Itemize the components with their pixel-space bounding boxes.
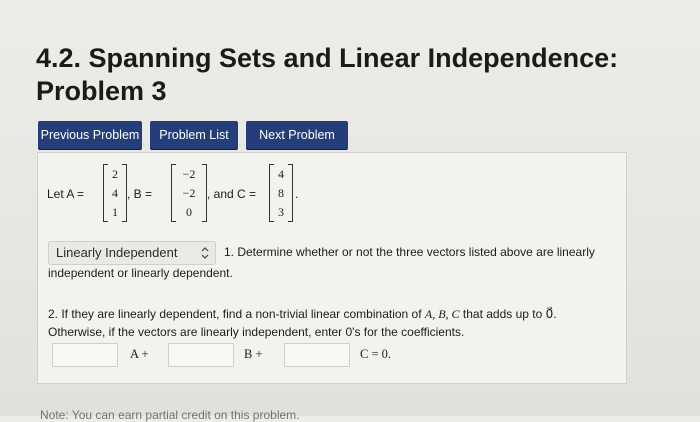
vector-c-matrix: 4 8 3 xyxy=(269,164,293,222)
c-label: , and C = xyxy=(207,187,257,201)
period: . xyxy=(295,187,299,201)
coefficient-row: A + B + C = 0. xyxy=(48,343,618,367)
vector-c-entry: 8 xyxy=(278,186,284,200)
coefficient-b-input[interactable] xyxy=(168,343,234,367)
vector-c-entry: 3 xyxy=(278,205,284,219)
vector-b-matrix: −2 −2 0 xyxy=(171,164,207,222)
coefficient-a-input[interactable] xyxy=(52,343,118,367)
title-line-1: 4.2. Spanning Sets and Linear Independen… xyxy=(36,43,619,73)
problem-body: Let A = 2 4 1 , B = −2 −2 0 , and C = 4 … xyxy=(37,152,627,384)
coef-c-label: C = 0. xyxy=(360,347,392,361)
problem-list-button[interactable]: Problem List xyxy=(150,121,238,149)
vector-a-entry: 1 xyxy=(112,205,118,219)
let-a-label: Let A = xyxy=(47,187,85,201)
question-2-text: 2. If they are linearly dependent, find … xyxy=(48,305,618,341)
coef-b-label: B + xyxy=(244,347,263,361)
vector-a-matrix: 2 4 1 xyxy=(103,164,127,222)
problem-nav: Previous Problem Problem List Next Probl… xyxy=(38,121,348,149)
vector-b-entry: −2 xyxy=(182,167,196,181)
zero-vector: 0⃗. xyxy=(545,307,557,321)
vector-b-entry: 0 xyxy=(186,205,192,219)
page: 4.2. Spanning Sets and Linear Independen… xyxy=(0,0,700,422)
vector-b-entry: −2 xyxy=(182,186,196,200)
previous-problem-button[interactable]: Previous Problem xyxy=(38,121,142,149)
coef-a-label: A + xyxy=(130,347,149,361)
partial-credit-note: Note: You can earn partial credit on thi… xyxy=(40,408,300,422)
b-label: , B = xyxy=(127,187,153,201)
question-1-text: 1. Determine whether or not the three ve… xyxy=(224,245,595,259)
next-problem-button[interactable]: Next Problem xyxy=(246,121,348,149)
vector-definitions: Let A = 2 4 1 , B = −2 −2 0 , and C = 4 … xyxy=(47,161,447,227)
vector-c-entry: 4 xyxy=(278,167,284,181)
q2-line2: Otherwise, if the vectors are linearly i… xyxy=(48,325,465,339)
select-value: Linearly Independent xyxy=(56,245,178,260)
q2-pre: 2. If they are linearly dependent, find … xyxy=(48,307,425,321)
q2-post: that adds up to xyxy=(459,307,546,321)
title-line-2: Problem 3 xyxy=(36,76,167,106)
q2-vars: A, B, C xyxy=(424,307,460,321)
coefficient-c-input[interactable] xyxy=(284,343,350,367)
vector-a-entry: 4 xyxy=(112,186,118,200)
independence-select[interactable]: Linearly Independent xyxy=(48,241,216,265)
page-title: 4.2. Spanning Sets and Linear Independen… xyxy=(36,42,676,108)
vector-a-entry: 2 xyxy=(112,167,118,181)
question-1-text-cont: independent or linearly dependent. xyxy=(48,266,233,280)
